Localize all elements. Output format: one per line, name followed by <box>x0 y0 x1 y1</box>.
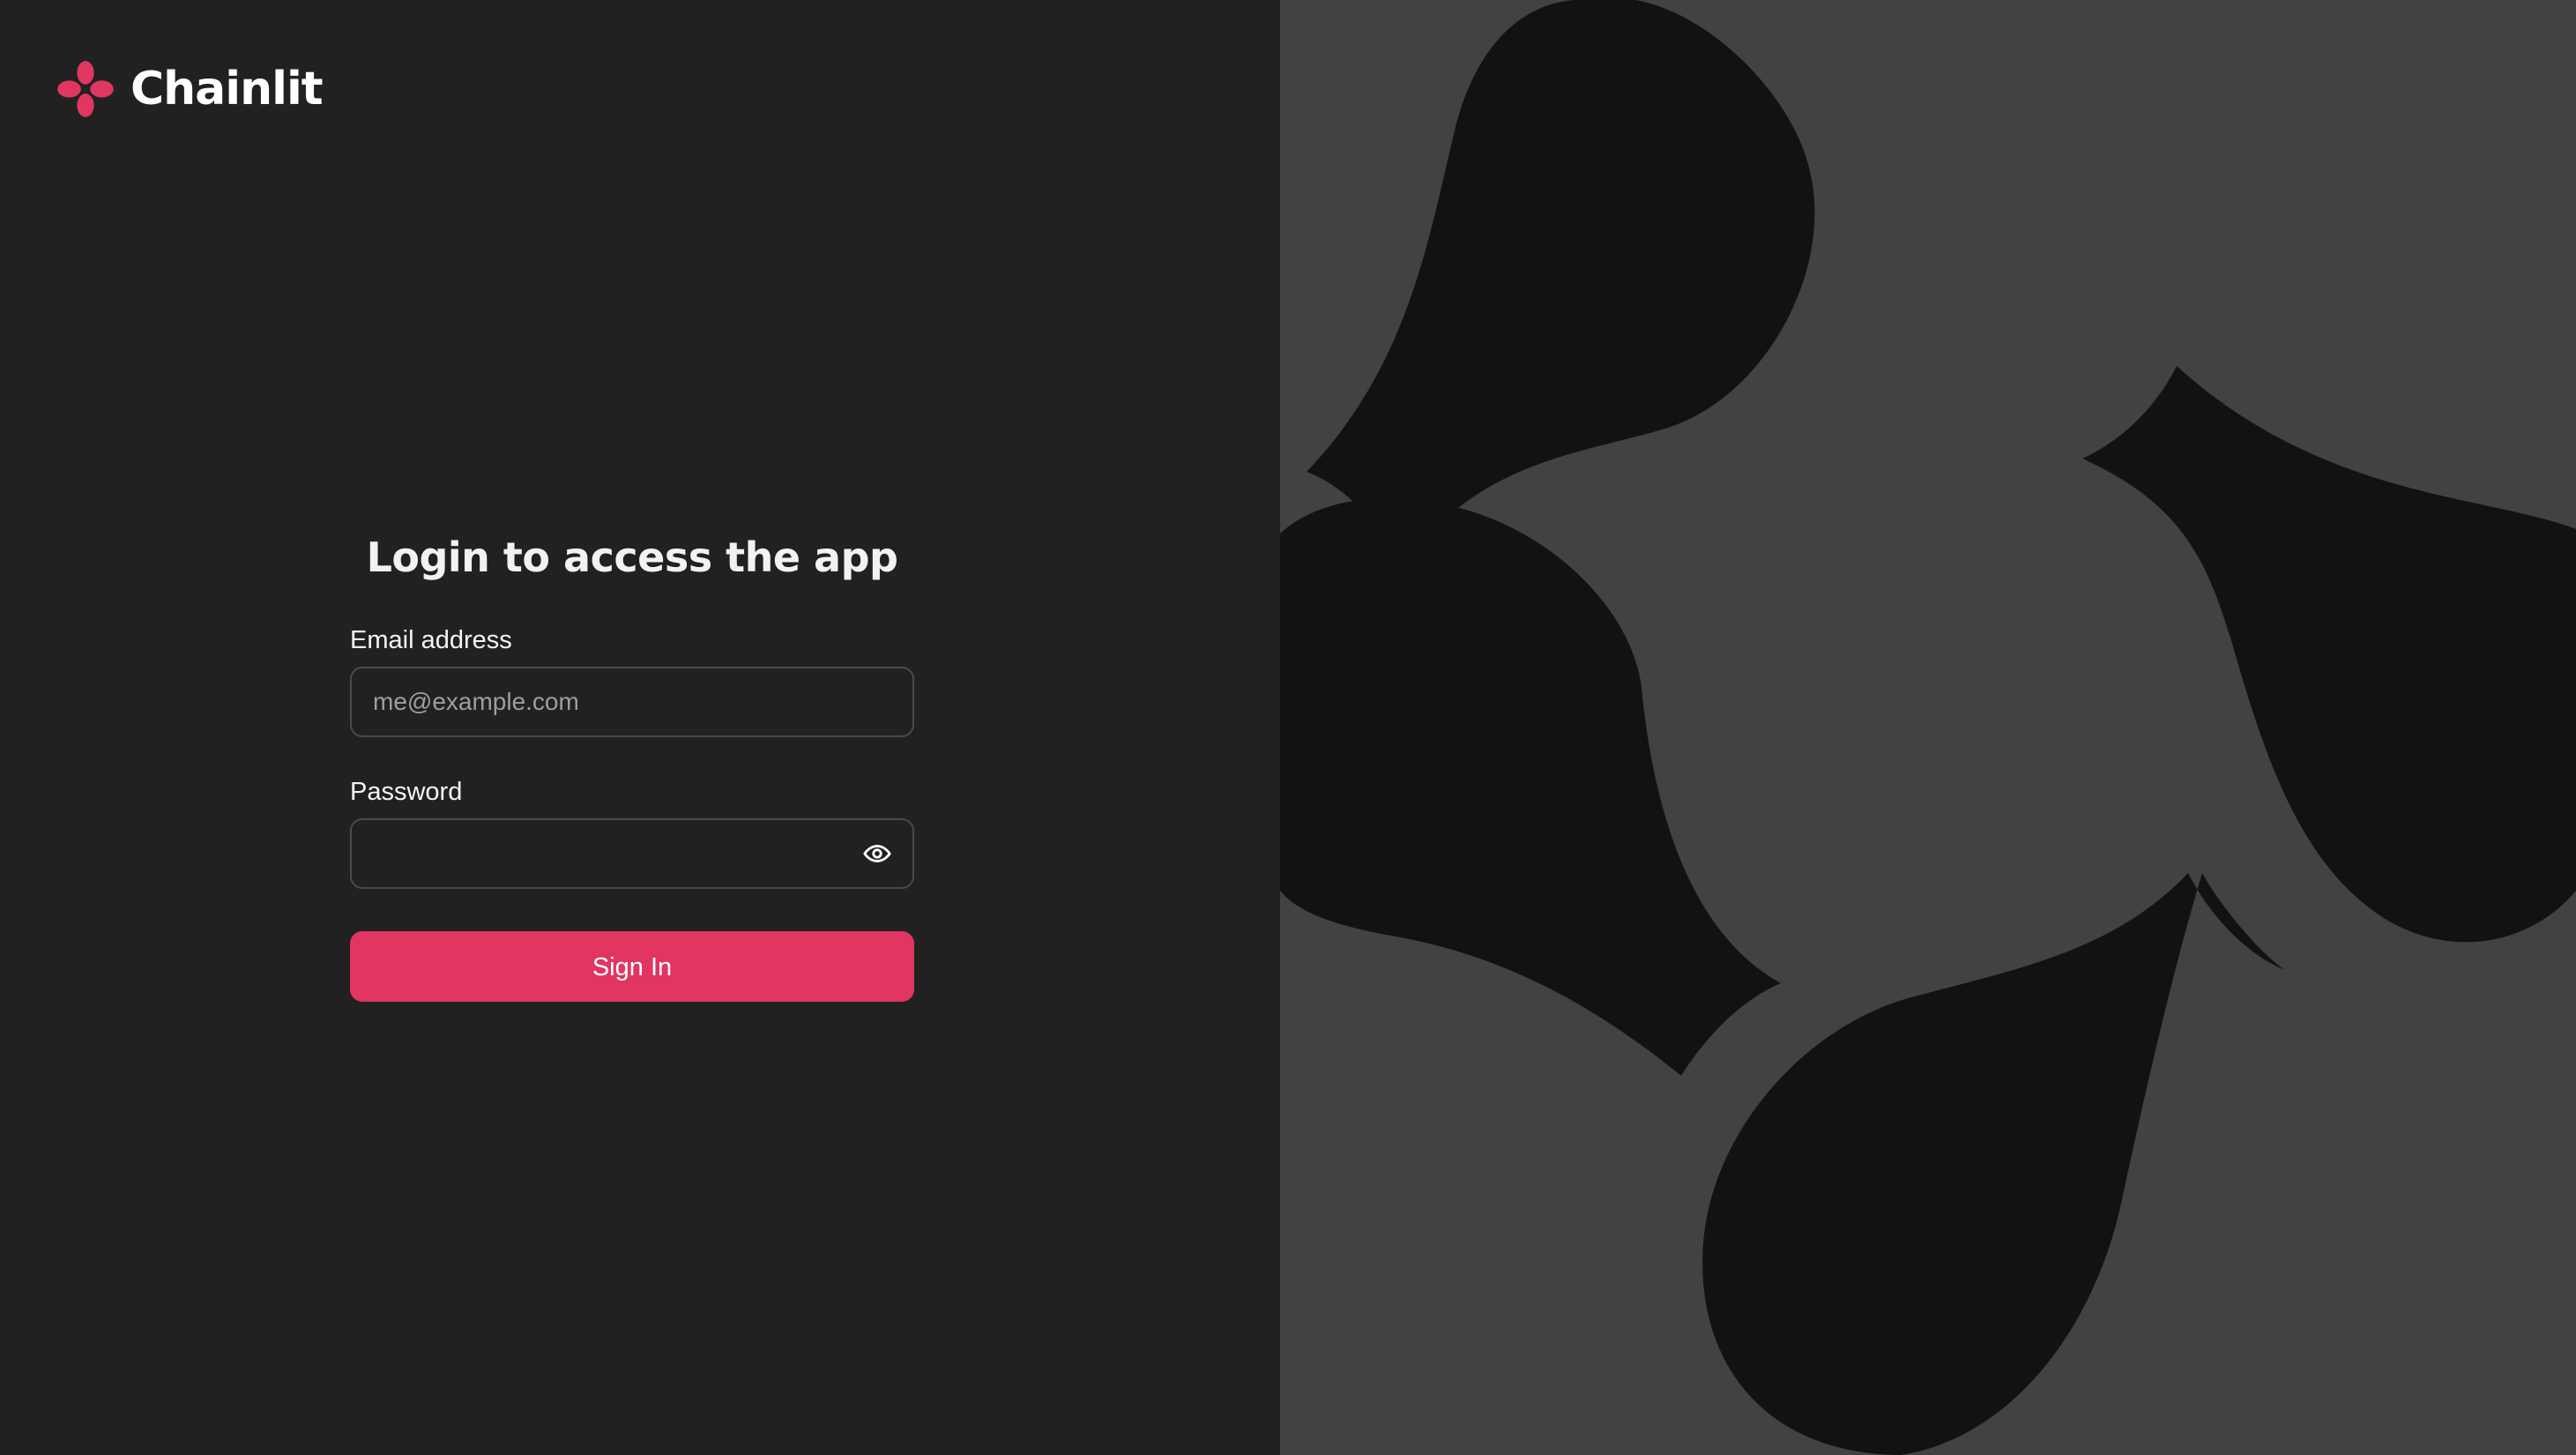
password-field-wrapper <box>350 818 914 889</box>
login-page: Chainlit Login to access the app Email a… <box>0 0 2576 1455</box>
brand-name: Chainlit <box>130 63 324 116</box>
top-petal <box>1307 0 1815 573</box>
login-title: Login to access the app <box>366 534 898 581</box>
chainlit-hero-art <box>1280 0 2576 1455</box>
login-panel: Chainlit Login to access the app Email a… <box>0 0 1280 1455</box>
eye-icon <box>863 845 891 862</box>
password-field[interactable] <box>350 818 914 889</box>
left-petal <box>1280 498 1781 1076</box>
right-petal <box>2082 366 2576 943</box>
email-label: Email address <box>350 626 512 654</box>
brand-hero-panel <box>1280 0 2576 1455</box>
login-form: Login to access the app Email address Pa… <box>350 529 914 1002</box>
bottom-petal <box>1702 873 2285 1455</box>
email-field[interactable] <box>350 667 914 737</box>
show-password-button[interactable] <box>860 836 895 871</box>
password-label: Password <box>350 778 463 806</box>
chainlit-logo-icon <box>57 61 114 117</box>
brand-logo: Chainlit <box>53 55 324 123</box>
sign-in-button[interactable]: Sign In <box>350 931 914 1002</box>
